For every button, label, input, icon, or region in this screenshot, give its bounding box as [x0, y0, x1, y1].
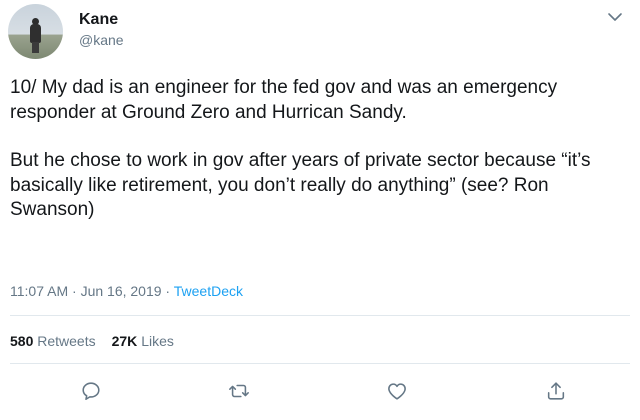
heart-icon	[388, 383, 406, 400]
share-icon	[547, 382, 565, 400]
tweet-date[interactable]: Jun 16, 2019	[81, 283, 162, 299]
author-handle[interactable]: @kane	[79, 32, 124, 48]
avatar-figure-body	[30, 24, 41, 43]
tweet-paragraph: 10/ My dad is an engineer for the fed go…	[10, 77, 558, 123]
tweet-time[interactable]: 11:07 AM	[10, 283, 68, 299]
likes-label: Likes	[141, 333, 174, 349]
share-button[interactable]	[545, 380, 567, 402]
likes-count: 27K	[111, 333, 138, 349]
tweet-paragraph: But he chose to work in gov after years …	[10, 150, 591, 220]
meta-separator: ·	[161, 283, 174, 299]
retweet-icon	[229, 384, 249, 398]
retweets-count: 580	[10, 333, 34, 349]
tweet-stats: 580 Retweets 27K Likes	[10, 333, 174, 349]
retweets-label: Retweets	[37, 333, 96, 349]
tweet-text: 10/ My dad is an engineer for the fed go…	[10, 76, 630, 223]
retweet-button[interactable]	[228, 380, 250, 402]
author-name[interactable]: Kane	[79, 11, 118, 29]
retweets-stat[interactable]: 580 Retweets	[10, 333, 96, 349]
tweet-source-link[interactable]: TweetDeck	[174, 283, 243, 299]
tweet-meta: 11:07 AM · Jun 16, 2019 · TweetDeck	[10, 283, 243, 299]
divider	[10, 315, 630, 316]
likes-stat[interactable]: 27K Likes	[112, 333, 174, 349]
avatar[interactable]	[8, 4, 63, 59]
divider	[10, 363, 630, 364]
like-button[interactable]	[386, 380, 408, 402]
reply-icon	[82, 382, 100, 401]
chevron-down-icon[interactable]	[606, 10, 624, 24]
avatar-figure-legs	[32, 42, 39, 53]
meta-separator: ·	[68, 283, 81, 299]
reply-button[interactable]	[80, 380, 102, 402]
